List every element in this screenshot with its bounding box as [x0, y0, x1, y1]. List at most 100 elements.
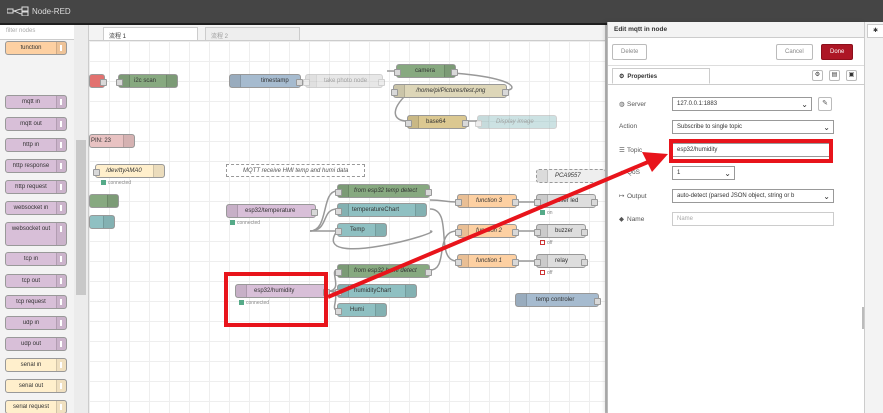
node-red-logo-icon	[7, 6, 29, 16]
palette-filter[interactable]: filter nodes	[0, 25, 74, 40]
palette-node-http-request[interactable]: http request	[5, 180, 67, 194]
node-pca9557[interactable]: PCA9557	[536, 169, 606, 183]
node-timestamp[interactable]: timestamp	[229, 74, 303, 88]
bridge-icon	[56, 275, 66, 287]
palette-node-udp-out[interactable]: udp out	[5, 337, 67, 351]
settings-tab-icon[interactable]: ⚙	[812, 70, 823, 81]
status-dev-tty: connected	[101, 180, 131, 186]
bug-icon: ✱	[872, 28, 879, 34]
edit-server-button[interactable]: ✎	[818, 97, 832, 111]
node-file[interactable]: /home/pi/Pictures/test.png	[391, 84, 509, 98]
node-fragment-a[interactable]	[89, 194, 119, 208]
workspace-tabs: 流程 1 流程 2	[89, 25, 607, 41]
output-icon: ↦	[619, 193, 625, 200]
node-from-esp32-humi[interactable]: from esp32 humi detect	[335, 264, 432, 278]
node-i2c-scan[interactable]: i2c scan	[116, 74, 178, 88]
node-fragment-b[interactable]	[89, 215, 115, 229]
node-display-image[interactable]: Display image	[475, 115, 557, 129]
output-label: ↦ Output	[619, 193, 647, 200]
node-buzzer[interactable]: buzzer	[534, 224, 588, 238]
palette-node-udp-in[interactable]: udp in	[5, 316, 67, 330]
app-title: Node-RED	[32, 6, 71, 16]
palette-node-tcp-in[interactable]: tcp in	[5, 252, 67, 266]
palette-node-serial-request[interactable]: serial request	[5, 400, 67, 413]
highlight-box-node	[224, 272, 328, 327]
node-esp32-temperature[interactable]: esp32/temperature	[226, 204, 318, 218]
node-pin23[interactable]: PIN: 23	[89, 134, 135, 148]
node-function-2[interactable]: function 2	[455, 224, 519, 238]
inject-icon	[230, 75, 241, 87]
status-esp32-temperature: connected	[230, 220, 260, 226]
tab-flow-2[interactable]: 流程 2	[205, 27, 300, 40]
node-relay[interactable]: relay	[534, 254, 588, 268]
appearance-tab-icon[interactable]: ▣	[846, 70, 857, 81]
node-temperature-chart[interactable]: temperatureChart	[335, 203, 427, 217]
node-red-fragment[interactable]	[89, 74, 107, 88]
cancel-button[interactable]: Cancel	[776, 44, 813, 60]
palette-scrollbar[interactable]	[74, 25, 89, 413]
palette-node-tcp-request[interactable]: tcp request	[5, 295, 67, 309]
workspace: 流程 1 流程 2 i2c scan timestamp take photo …	[89, 25, 607, 413]
globe-icon	[56, 181, 66, 193]
delete-button[interactable]: Delete	[612, 44, 648, 60]
chevron-down-icon: ⌄	[801, 100, 808, 109]
edit-tray-tabs: ⚙ Properties ⚙ ▤ ▣	[608, 67, 864, 85]
node-function-1[interactable]: function 1	[455, 254, 519, 268]
node-temp-controller[interactable]: temp controler	[515, 293, 601, 307]
globe-icon	[56, 160, 66, 172]
node-take-photo[interactable]: take photo node	[303, 74, 385, 88]
gear-icon: ⚙	[619, 74, 625, 80]
node-humi[interactable]: Humi	[335, 303, 387, 317]
websocket-icon	[56, 202, 66, 214]
status-buzzer: off	[540, 240, 552, 246]
flow-canvas[interactable]: i2c scan timestamp take photo node camer…	[89, 41, 607, 413]
palette-node-function[interactable]: function	[5, 41, 67, 55]
sidebar-info-tab[interactable]: ✱	[867, 24, 883, 38]
node-temp[interactable]: Temp	[335, 223, 387, 237]
mqtt-icon	[56, 96, 66, 108]
node-camera[interactable]: camera	[394, 64, 458, 78]
highlight-box-topic	[669, 139, 833, 163]
palette-node-mqtt-in[interactable]: mqtt in	[5, 95, 67, 109]
edit-tray-toolbar: Delete Cancel Done	[608, 39, 864, 66]
mqtt-icon	[56, 118, 66, 130]
palette-node-websocket-out[interactable]: websocket out	[5, 222, 67, 246]
done-button[interactable]: Done	[821, 44, 854, 60]
right-sidebar: ✱	[864, 22, 883, 413]
palette-node-http-response[interactable]: http response	[5, 159, 67, 173]
node-function-3[interactable]: function 3	[455, 194, 519, 208]
palette-filter-placeholder: filter nodes	[6, 28, 36, 34]
tab-flow-1[interactable]: 流程 1	[103, 27, 198, 40]
app-logo: Node-RED	[7, 6, 71, 16]
bridge-icon	[56, 253, 66, 265]
globe-icon: ◍	[619, 101, 625, 108]
palette-node-websocket-in[interactable]: websocket in	[5, 201, 67, 215]
palette-scroll-thumb[interactable]	[76, 140, 86, 295]
node-humidity-chart[interactable]: humidityChart	[335, 284, 417, 298]
description-tab-icon[interactable]: ▤	[829, 70, 840, 81]
bridge-icon	[56, 296, 66, 308]
palette-node-tcp-out[interactable]: tcp out	[5, 274, 67, 288]
server-label: ◍ Server	[619, 101, 647, 108]
globe-icon	[56, 139, 66, 151]
action-select[interactable]: Subscribe to single topic ⌄	[672, 120, 834, 134]
node-user-led[interactable]: user led	[534, 194, 598, 208]
palette-node-serial-out[interactable]: serial out	[5, 379, 67, 393]
palette-node-http-in[interactable]: http in	[5, 138, 67, 152]
chevron-down-icon: ⌄	[823, 123, 830, 132]
name-label: ◆ Name	[619, 216, 645, 223]
qos-select[interactable]: 1 ⌄	[672, 166, 735, 180]
node-from-esp32-temp[interactable]: from esp32 temp detect	[335, 184, 432, 198]
palette-node-mqtt-out[interactable]: mqtt out	[5, 117, 67, 131]
tab-properties[interactable]: ⚙ Properties	[612, 68, 710, 84]
comment-mqtt[interactable]: MQTT receive HMI temp and humi data	[226, 164, 366, 177]
name-input[interactable]: Name	[672, 212, 834, 226]
pencil-icon: ✎	[822, 100, 828, 107]
palette-node-serial-in[interactable]: serial in	[5, 358, 67, 372]
action-label: Action	[619, 123, 638, 130]
node-dev-ttyama0[interactable]: /dev/ttyAMA0	[93, 164, 165, 178]
server-select[interactable]: 127.0.0.1:1883 ⌄	[672, 97, 812, 111]
node-base64[interactable]: base64	[405, 115, 469, 129]
output-select[interactable]: auto-detect (parsed JSON object, string …	[672, 189, 834, 203]
topic-label: ☰ Topic	[619, 147, 643, 154]
